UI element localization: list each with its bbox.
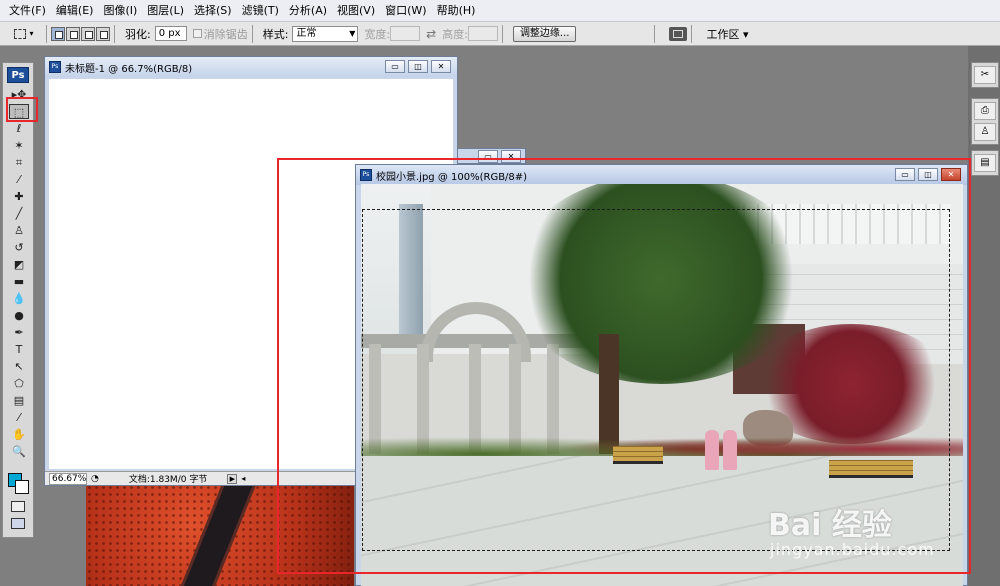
- menu-item-3[interactable]: 图层(L): [142, 0, 189, 22]
- width-label: 宽度:: [364, 27, 391, 41]
- eyedropper2-tool[interactable]: ⁄: [9, 410, 29, 425]
- window-buttons: ▭ ◫ ✕: [385, 60, 451, 73]
- close-button[interactable]: ✕: [431, 60, 451, 73]
- separator: [501, 24, 503, 43]
- zoom-tool[interactable]: 🔍: [9, 444, 29, 459]
- workspace-menu[interactable]: 工作区 ▾: [706, 26, 748, 42]
- tool-preset-picker[interactable]: ▾: [6, 24, 42, 44]
- subtract-selection-button[interactable]: [81, 26, 95, 41]
- width-input: [390, 26, 421, 41]
- separator: [114, 24, 115, 43]
- hand-tool[interactable]: ✋: [9, 427, 29, 442]
- add-selection-button[interactable]: [66, 26, 80, 41]
- healing-brush-tool[interactable]: ✚: [9, 189, 29, 204]
- panel-dock: ✂ ⎙ ♙ ▤: [968, 46, 1000, 586]
- selection-modes: [51, 26, 110, 41]
- toolbox: Ps ▸✥ ⬚ ℓ ✶ ⌗ ⁄ ✚ ╱ ♙ ↺ ◩ ▬ 💧 ● ✒ T ↖ ⬠ ▤ ⁄ ✋ 🔍: [2, 62, 34, 538]
- separator: [46, 24, 47, 43]
- notes-tool[interactable]: ▤: [9, 393, 29, 408]
- bridge-icon[interactable]: [669, 26, 688, 41]
- height-label: 高度:: [442, 27, 468, 41]
- feather-input[interactable]: 0 px: [154, 26, 187, 41]
- height-input: [467, 26, 498, 41]
- shape-tool[interactable]: ⬠: [9, 376, 29, 391]
- separator: [691, 24, 693, 43]
- magic-wand-tool[interactable]: ✶: [9, 138, 29, 153]
- usb-icon[interactable]: ⎙: [974, 102, 996, 120]
- ps-document-icon: Ps: [49, 61, 61, 73]
- style-select[interactable]: 正常 ▼: [292, 25, 359, 42]
- dodge-tool[interactable]: ●: [9, 308, 29, 323]
- minimize-button[interactable]: ▭: [385, 60, 405, 73]
- menu-item-8[interactable]: 窗口(W): [380, 0, 431, 22]
- separator: [251, 24, 253, 43]
- menu-item-1[interactable]: 编辑(E): [51, 0, 99, 22]
- menu-item-2[interactable]: 图像(I): [98, 0, 142, 22]
- document-size-info: 文档:1.83M/0 字节: [128, 475, 208, 485]
- type-tool[interactable]: T: [9, 342, 29, 357]
- status-menu-arrow[interactable]: ▶: [227, 473, 238, 484]
- menu-bar: 文件(F) 编辑(E) 图像(I) 图层(L) 选择(S) 滤镜(T) 分析(A) 视图(V)…: [0, 0, 1000, 22]
- menu-item-4[interactable]: 选择(S): [189, 0, 237, 22]
- scroll-left-arrow[interactable]: ◂: [241, 474, 245, 483]
- intersect-selection-button[interactable]: [96, 26, 110, 41]
- document-title: 未标题-1 @ 66.7%(RGB/8): [65, 63, 193, 75]
- new-selection-button[interactable]: [51, 26, 65, 41]
- refine-edge-button[interactable]: 调整边缘...: [512, 25, 577, 42]
- crop-tool[interactable]: ⌗: [9, 155, 29, 170]
- eyedropper-tool[interactable]: ⁄: [9, 172, 29, 187]
- path-selection-tool[interactable]: ↖: [9, 359, 29, 374]
- brush-tool[interactable]: ╱: [9, 206, 29, 221]
- dock-group-2: ⎙ ♙: [971, 98, 999, 145]
- feather-label: 羽化:: [125, 27, 151, 41]
- clone-stamp-tool[interactable]: ♙: [9, 223, 29, 238]
- layers-panel-icon[interactable]: ▤: [974, 154, 996, 172]
- annotation-highlight-selection: [277, 158, 971, 574]
- pen-tool[interactable]: ✒: [9, 325, 29, 340]
- annotation-highlight-marquee-tool: [6, 97, 38, 122]
- dock-group-3: ▤: [971, 150, 999, 176]
- menu-item-5[interactable]: 滤镜(T): [237, 0, 284, 22]
- menu-item-7[interactable]: 视图(V): [332, 0, 380, 22]
- history-brush-tool[interactable]: ↺: [9, 240, 29, 255]
- antialias-option: 消除锯齿: [192, 26, 248, 42]
- eraser-tool[interactable]: ◩: [9, 257, 29, 272]
- chevron-down-icon: ▾: [29, 29, 34, 38]
- tools-panel-icon[interactable]: ✂: [974, 66, 996, 84]
- status-icon: ◔: [91, 473, 99, 484]
- marquee-icon: [14, 28, 27, 39]
- ps-logo: Ps: [7, 67, 29, 83]
- style-label: 样式:: [262, 27, 289, 41]
- options-bar: ▾ 羽化: 0 px 消除锯齿 样式: 正常 ▼ 宽度: ⇄ 高度: 调整边缘.…: [0, 22, 1000, 46]
- lasso-tool[interactable]: ℓ: [9, 121, 29, 136]
- menu-item-6[interactable]: 分析(A): [284, 0, 332, 22]
- chevron-down-icon: ▼: [349, 28, 356, 38]
- zoom-field[interactable]: 66.67%: [49, 472, 87, 485]
- gradient-tool[interactable]: ▬: [9, 274, 29, 289]
- quick-mask-button[interactable]: [11, 501, 25, 512]
- screen-mode-button[interactable]: [11, 518, 25, 529]
- separator: [654, 24, 656, 43]
- blur-tool[interactable]: 💧: [9, 291, 29, 306]
- background-color-swatch[interactable]: [15, 480, 29, 494]
- document-titlebar[interactable]: Ps 未标题-1 @ 66.7%(RGB/8) ▭ ◫ ✕: [45, 57, 457, 77]
- antialias-label: 消除锯齿: [203, 27, 248, 41]
- dock-group-1: ✂: [971, 62, 999, 88]
- style-value: 正常: [296, 27, 317, 39]
- maximize-button[interactable]: ◫: [408, 60, 428, 73]
- antialias-checkbox: [192, 29, 202, 38]
- swap-dimensions-icon: ⇄: [426, 26, 437, 41]
- menu-item-9[interactable]: 帮助(H): [432, 0, 481, 22]
- stamp-icon[interactable]: ♙: [974, 123, 996, 141]
- menu-item-0[interactable]: 文件(F): [4, 0, 51, 22]
